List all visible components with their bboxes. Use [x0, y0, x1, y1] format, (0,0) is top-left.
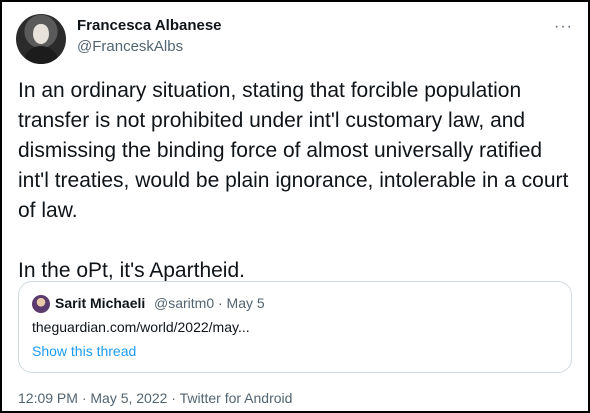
- quoted-tweet[interactable]: Sarit Michaeli @saritm0 · May 5 theguard…: [18, 281, 572, 373]
- quoted-author-name[interactable]: Sarit Michaeli: [55, 295, 145, 311]
- quoted-author-meta: @saritm0 · May 5: [154, 295, 265, 311]
- author-name[interactable]: Francesca Albanese: [77, 17, 222, 34]
- avatar-body-shape: [24, 46, 58, 64]
- author-handle[interactable]: @FranceskAlbs: [77, 38, 183, 55]
- more-icon[interactable]: ···: [554, 18, 573, 36]
- tweet-timestamp[interactable]: 12:09 PM · May 5, 2022 · Twitter for And…: [18, 390, 292, 406]
- tweet-body: In an ordinary situation, stating that f…: [18, 76, 578, 286]
- avatar-face-shape: [33, 24, 49, 44]
- author-avatar[interactable]: [16, 14, 66, 64]
- quoted-author-avatar[interactable]: [32, 295, 50, 313]
- quoted-tweet-text: theguardian.com/world/2022/may...: [32, 319, 250, 335]
- show-thread-link[interactable]: Show this thread: [32, 343, 136, 359]
- tweet-paragraph-1: In an ordinary situation, stating that f…: [18, 79, 569, 222]
- tweet-card: Francesca Albanese @FranceskAlbs ··· In …: [0, 0, 590, 413]
